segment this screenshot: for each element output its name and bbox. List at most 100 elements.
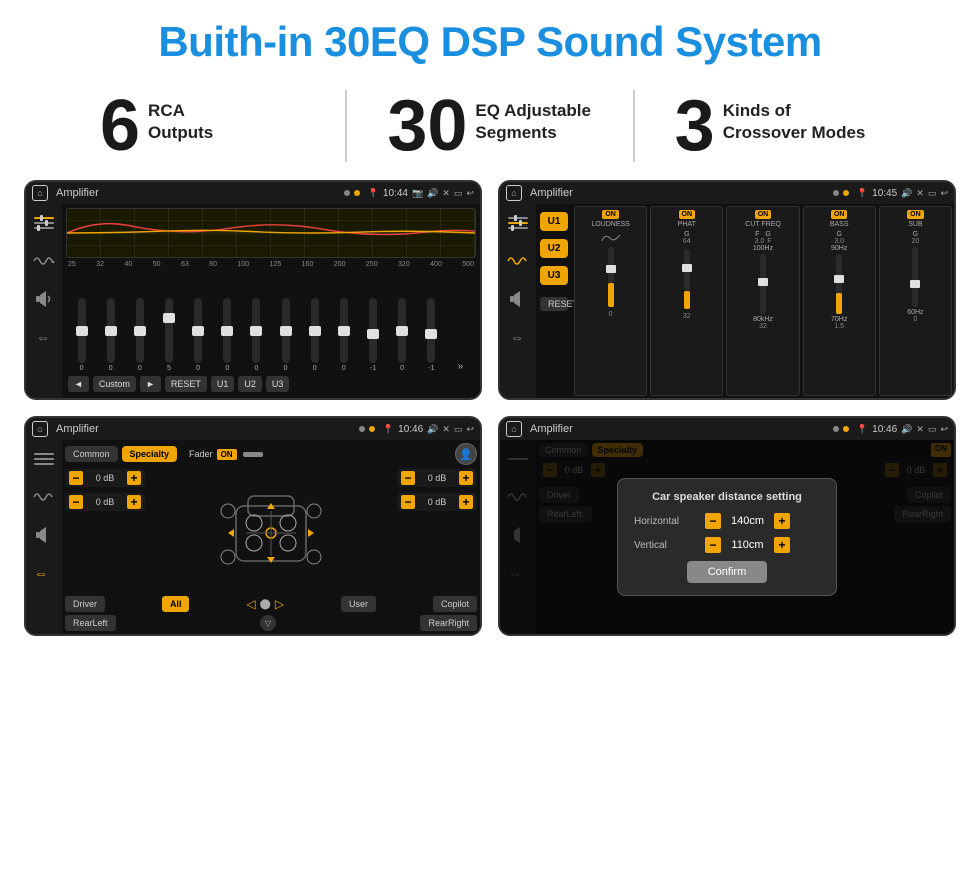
sub-slider[interactable] [912,247,918,307]
cutfreq-slider1[interactable] [760,254,766,314]
bass-on-badge[interactable]: ON [831,210,848,219]
eq-u2-btn[interactable]: U2 [238,376,262,392]
eq-reset-btn[interactable]: RESET [165,376,207,392]
fader-rearright-btn[interactable]: RearRight [420,615,477,631]
eq-next-btn[interactable]: ► [140,376,161,392]
fader-vol-icon: 🔊 [427,424,438,435]
bass-slider[interactable] [836,254,842,314]
eq-slider-1[interactable]: 0 [97,298,124,372]
sub-on-badge[interactable]: ON [907,210,924,219]
eq-wave-icon[interactable] [31,250,57,272]
crossover-wave-icon[interactable] [505,250,531,272]
eq-speaker-icon[interactable] [31,288,57,310]
crossover-sliders-icon[interactable] [505,212,531,234]
fader-time: 10:46 [398,424,423,435]
dialog-vertical-control: − 110cm + [705,537,820,553]
fader-right-db1: − 0 dB + [397,469,477,487]
crossover-speaker-icon[interactable] [505,288,531,310]
sub-sublabel: G [913,231,918,238]
stats-row: 6 RCA Outputs 30 EQ Adjustable Segments … [0,80,980,180]
eq-slider-6[interactable]: 0 [243,298,270,372]
bass-sublabel: G [836,231,841,238]
home-icon[interactable]: ⌂ [32,185,48,201]
profile-icon[interactable]: 👤 [455,443,477,465]
eq-expand-btn[interactable]: » [447,361,474,372]
fader-dot2 [369,426,375,432]
fader-left-minus2[interactable]: − [69,495,83,509]
fader-right-minus1[interactable]: − [401,471,415,485]
eq-u1-btn[interactable]: U1 [211,376,235,392]
u3-button[interactable]: U3 [540,266,568,285]
eq-prev-btn[interactable]: ◄ [68,376,89,392]
dialog-horizontal-plus[interactable]: + [774,513,790,529]
eq-slider-0[interactable]: 0 [68,298,95,372]
dialog-horizontal-minus[interactable]: − [705,513,721,529]
u1-button[interactable]: U1 [540,212,568,231]
fader-right-plus2[interactable]: + [459,495,473,509]
stat-eq-text: EQ Adjustable Segments [475,90,591,144]
loudness-on-badge[interactable]: ON [602,210,619,219]
dialog-vertical-plus[interactable]: + [774,537,790,553]
eq-slider-11[interactable]: 0 [389,298,416,372]
fader-all-btn[interactable]: All [162,596,190,612]
phat-on-badge[interactable]: ON [679,210,696,219]
eq-arrows-icon[interactable]: ⇔ [31,326,57,348]
eq-sliders-row: 0 0 0 [66,271,476,372]
eq-slider-8[interactable]: 0 [301,298,328,372]
eq-slider-12[interactable]: -1 [418,298,445,372]
fader-arrows-icon[interactable]: ⇔ [31,562,57,584]
col-cutfreq: ON CUT FREQ FG 3.0F 100Hz [726,206,799,396]
fader-slider-mini[interactable] [243,452,263,457]
crossover-x-icon: ✕ [916,188,924,199]
fader-on-toggle[interactable]: ON [217,449,237,460]
eq-slider-3[interactable]: 5 [155,298,182,372]
loudness-slider[interactable] [608,247,614,307]
dialog-vertical-value: 110cm [725,539,770,551]
eq-slider-9[interactable]: 0 [330,298,357,372]
phat-slider[interactable] [684,249,690,309]
crossover-status-bar: ⌂ Amplifier 📍 10:45 🔊 ✕ ▭ ↩ [500,182,954,204]
fader-copilot-btn[interactable]: Copilot [433,596,477,612]
crossover-arrows-icon[interactable]: ⇔ [505,326,531,348]
stat-rca-number: 6 [100,90,140,162]
fader-driver-btn[interactable]: Driver [65,596,105,612]
eq-time: 10:44 [383,188,408,199]
fader-right-plus1[interactable]: + [459,471,473,485]
fader-right-val1: 0 dB [418,473,456,483]
cutfreq-on-badge[interactable]: ON [755,210,772,219]
eq-custom-btn[interactable]: Custom [93,376,136,392]
fader-tab-common[interactable]: Common [65,446,118,462]
eq-sliders-icon[interactable] [31,212,57,234]
fader-left-plus1[interactable]: + [127,471,141,485]
eq-slider-5[interactable]: 0 [214,298,241,372]
fader-home-icon[interactable]: ⌂ [32,421,48,437]
crossover-time: 10:45 [872,188,897,199]
crossover-reset-btn[interactable]: RESET [540,297,568,311]
fader-pin-icon: 📍 [383,424,394,435]
u2-button[interactable]: U2 [540,239,568,258]
fader-user-btn[interactable]: User [341,596,376,612]
crossover-main: U1 U2 U3 RESET ON LOUDNESS [536,204,954,398]
crossover-home-icon[interactable]: ⌂ [506,185,522,201]
fader-rearleft-btn[interactable]: RearLeft [65,615,116,631]
confirm-button[interactable]: Confirm [687,561,767,583]
fader-sliders-icon[interactable] [31,448,57,470]
fader-tab-specialty[interactable]: Specialty [122,446,178,462]
fader-right-minus2[interactable]: − [401,495,415,509]
eq-slider-2[interactable]: 0 [126,298,153,372]
fader-left-minus1[interactable]: − [69,471,83,485]
eq-slider-7[interactable]: 0 [272,298,299,372]
cutfreq-val: 32 [759,323,767,330]
fader-left-plus2[interactable]: + [127,495,141,509]
fader-wave-icon[interactable] [31,486,57,508]
bass-val: 1.5 [834,323,844,330]
eq-slider-4[interactable]: 0 [185,298,212,372]
dialog-home-icon[interactable]: ⌂ [506,421,522,437]
eq-u3-btn[interactable]: U3 [266,376,290,392]
dialog-vertical-minus[interactable]: − [705,537,721,553]
eq-slider-10[interactable]: -1 [359,298,386,372]
fader-speaker-icon[interactable] [31,524,57,546]
dialog-time: 10:46 [872,424,897,435]
fader-down-icon[interactable]: ▽ [260,615,276,631]
phat-val: 32 [683,313,691,320]
